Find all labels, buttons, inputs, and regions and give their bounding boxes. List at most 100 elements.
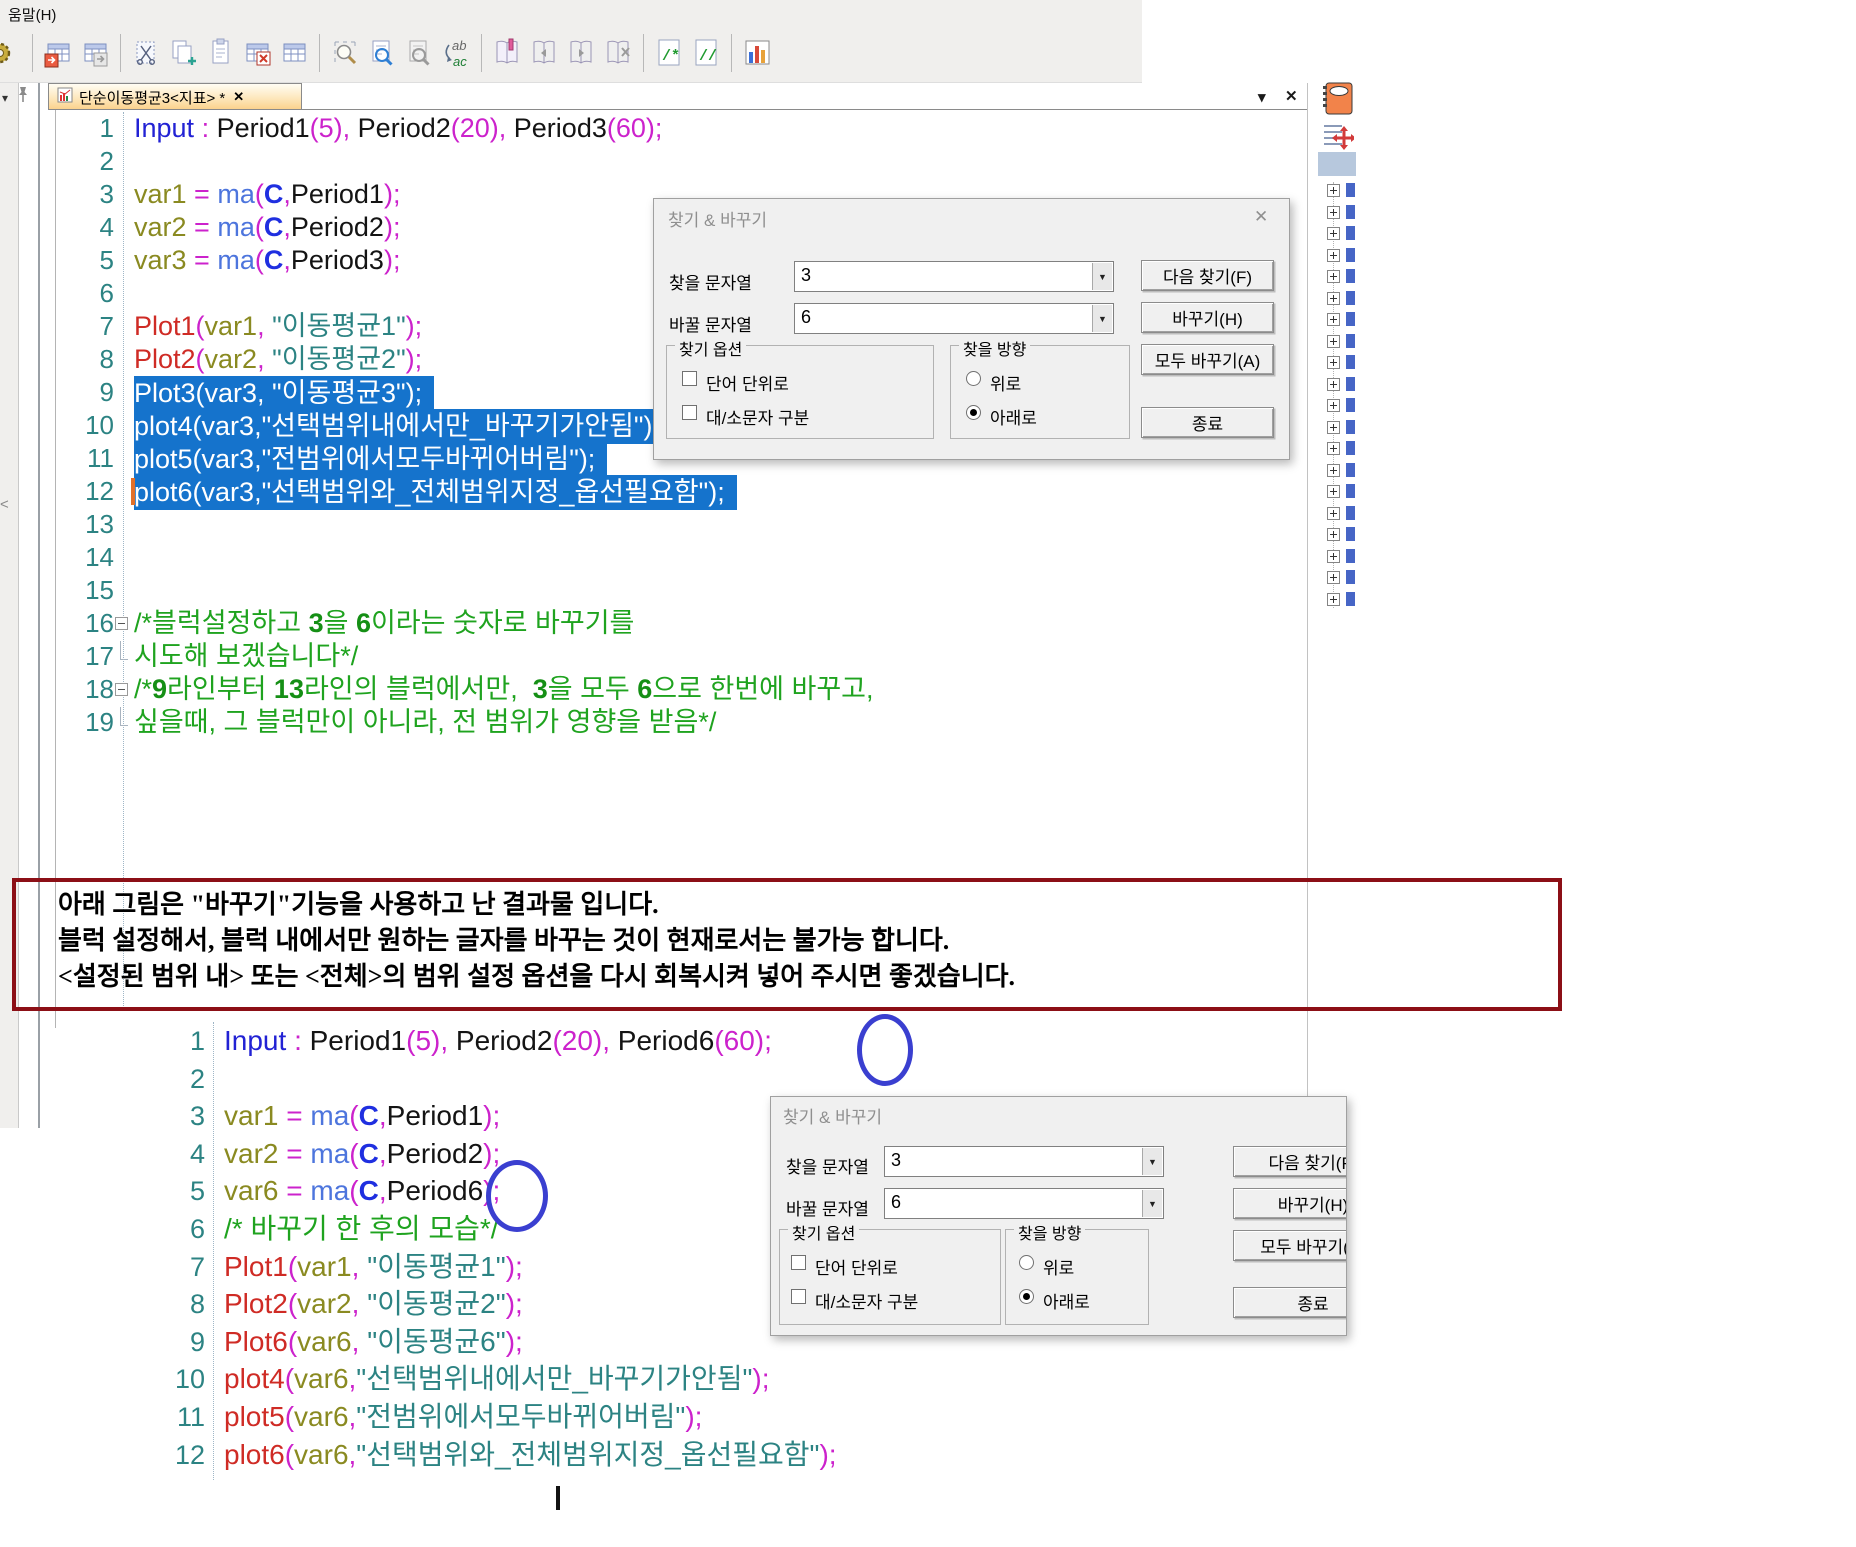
close-button-2[interactable]: 종료 xyxy=(1233,1287,1347,1318)
code-line[interactable]: 14 xyxy=(56,541,1306,574)
collapse-arrow-icon[interactable] xyxy=(0,496,9,513)
report-prev-icon[interactable] xyxy=(527,32,561,74)
tabbar-close-icon[interactable]: ✕ xyxy=(1285,87,1298,105)
tree-item-stub xyxy=(1346,377,1355,391)
code-line[interactable]: 17시도해 보겠습니다*/ xyxy=(56,640,1306,673)
code-line[interactable]: 15 xyxy=(56,574,1306,607)
export-result-icon[interactable] xyxy=(41,32,75,74)
pin-icon[interactable] xyxy=(16,86,30,109)
fold-collapse-icon[interactable] xyxy=(115,683,128,696)
replace-dropdown-icon-2[interactable] xyxy=(1142,1190,1162,1217)
code-line[interactable]: 2 xyxy=(56,145,1306,178)
cut-block-icon[interactable] xyxy=(129,32,163,74)
tree-expand-icon[interactable] xyxy=(1327,378,1340,391)
find-input-2[interactable]: 3 xyxy=(884,1146,1164,1177)
tree-expand-icon[interactable] xyxy=(1327,249,1340,262)
direction-down-radio[interactable] xyxy=(966,405,981,420)
replace-button-2[interactable]: 바꾸기(H) xyxy=(1233,1188,1347,1219)
export-result-alt-icon[interactable] xyxy=(78,32,112,74)
tree-expand-icon[interactable] xyxy=(1327,421,1340,434)
tab-overflow-icon[interactable]: ▾ xyxy=(1258,88,1266,106)
code-line[interactable]: 10plot4(var6,"선택범위내에서만_바꾸기가안됨"); xyxy=(147,1360,1352,1398)
tree-expand-icon[interactable] xyxy=(1327,571,1340,584)
open-report-icon[interactable] xyxy=(490,32,524,74)
text-cursor-mark xyxy=(556,1486,560,1510)
tree-expand-icon[interactable] xyxy=(1327,550,1340,563)
match-case-label-2: 대/소문자 구분 xyxy=(815,1288,918,1313)
tree-expand-icon[interactable] xyxy=(1327,485,1340,498)
replace-all-button[interactable]: 모두 바꾸기(A) xyxy=(1141,344,1274,375)
direction-up-radio[interactable] xyxy=(966,371,981,386)
dialog-close-icon[interactable]: ✕ xyxy=(1254,207,1268,227)
sidebar-header-band xyxy=(1318,152,1356,176)
zoom-select-icon[interactable] xyxy=(328,32,362,74)
replace-dropdown-icon[interactable] xyxy=(1092,305,1112,332)
tree-expand-icon[interactable] xyxy=(1327,399,1340,412)
copy-add-icon[interactable] xyxy=(166,32,200,74)
tree-expand-icon[interactable] xyxy=(1327,507,1340,520)
find-document-icon[interactable] xyxy=(365,32,399,74)
tree-expand-icon[interactable] xyxy=(1327,356,1340,369)
direction-down-label-2: 아래로 xyxy=(1043,1288,1090,1313)
match-case-checkbox[interactable] xyxy=(682,405,697,420)
code-line[interactable]: 12plot6(var6,"선택범위와_전체범위지정_옵선필요함"); xyxy=(147,1436,1352,1474)
tree-expand-icon[interactable] xyxy=(1327,442,1340,455)
tab-close-icon[interactable]: ✕ xyxy=(233,89,244,105)
replace-text-icon[interactable]: abac xyxy=(439,32,473,74)
close-button[interactable]: 종료 xyxy=(1141,407,1274,438)
toolbar-separator xyxy=(319,34,320,72)
code-line[interactable]: 12plot6(var3,"선택범위와_전체범위지정_옵선필요함"); xyxy=(56,475,1306,508)
line-number: 6 xyxy=(56,277,114,310)
tree-expand-icon[interactable] xyxy=(1327,184,1340,197)
new-table-icon[interactable] xyxy=(277,32,311,74)
dropdown-arrow-icon[interactable]: ▾ xyxy=(2,91,8,105)
tree-expand-icon[interactable] xyxy=(1327,227,1340,240)
match-case-checkbox-2[interactable] xyxy=(791,1289,806,1304)
find-input[interactable]: 3 xyxy=(794,261,1114,292)
tree-expand-icon[interactable] xyxy=(1327,206,1340,219)
replace-input-2[interactable]: 6 xyxy=(884,1188,1164,1219)
direction-up-radio-2[interactable] xyxy=(1019,1255,1034,1270)
code-line[interactable]: 2 xyxy=(147,1060,1352,1098)
settings-icon[interactable] xyxy=(0,32,24,74)
tab-indicator-editor[interactable]: 단순이동평균3<지표> * ✕ xyxy=(48,83,302,110)
find-dropdown-icon-2[interactable] xyxy=(1142,1148,1162,1175)
find-next-button-2[interactable]: 다음 찾기(F) xyxy=(1233,1146,1347,1177)
tree-expand-icon[interactable] xyxy=(1327,292,1340,305)
tree-expand-icon[interactable] xyxy=(1327,335,1340,348)
code-line[interactable]: 1Input : Period1(5), Period2(20), Period… xyxy=(56,112,1306,145)
paste-icon[interactable] xyxy=(203,32,237,74)
replace-button[interactable]: 바꾸기(H) xyxy=(1141,302,1274,333)
code-line[interactable]: 18/*9라인부터 13라인의 블럭에서만, 3을 모두 6으로 한번에 바꾸고… xyxy=(56,673,1306,706)
replace-input[interactable]: 6 xyxy=(794,303,1114,334)
delete-table-icon[interactable] xyxy=(240,32,274,74)
code-line[interactable]: 19싶을때, 그 블럭만이 아니라, 전 범위가 영향을 받음*/ xyxy=(56,706,1306,739)
menu-help[interactable]: 움말(H) xyxy=(8,4,56,25)
line-number: 5 xyxy=(147,1172,205,1210)
whole-word-checkbox[interactable] xyxy=(682,371,697,386)
find-dropdown-icon[interactable] xyxy=(1092,263,1112,290)
find-document-alt-icon[interactable] xyxy=(402,32,436,74)
code-line[interactable]: 16/*블럭설정하고 3을 6이라는 숫자로 바꾸기를 xyxy=(56,607,1306,640)
code-line[interactable]: 11plot5(var6,"전범위에서모두바뀌어버림"); xyxy=(147,1398,1352,1436)
find-next-button[interactable]: 다음 찾기(F) xyxy=(1141,260,1274,291)
tree-expand-icon[interactable] xyxy=(1327,313,1340,326)
fold-collapse-icon[interactable] xyxy=(115,617,128,630)
comment-block-icon[interactable]: /* xyxy=(652,32,686,74)
tree-expand-icon[interactable] xyxy=(1327,528,1340,541)
tree-expand-icon[interactable] xyxy=(1327,464,1340,477)
code-line[interactable]: 1Input : Period1(5), Period2(20), Period… xyxy=(147,1022,1352,1060)
code-line[interactable]: 13 xyxy=(56,508,1306,541)
close-report-icon[interactable] xyxy=(601,32,635,74)
formula-book-icon[interactable] xyxy=(1319,80,1355,123)
whole-word-checkbox-2[interactable] xyxy=(791,1255,806,1270)
tree-expand-icon[interactable] xyxy=(1327,270,1340,283)
direction-down-radio-2[interactable] xyxy=(1019,1289,1034,1304)
replace-all-button-2[interactable]: 모두 바꾸기(A) xyxy=(1233,1230,1347,1261)
comment-line-icon[interactable]: // xyxy=(689,32,723,74)
tree-item-stub xyxy=(1346,334,1355,348)
chart-tool-icon[interactable] xyxy=(740,32,774,74)
direction-up-label: 위로 xyxy=(990,370,1021,395)
report-next-icon[interactable] xyxy=(564,32,598,74)
tree-expand-icon[interactable] xyxy=(1327,593,1340,606)
